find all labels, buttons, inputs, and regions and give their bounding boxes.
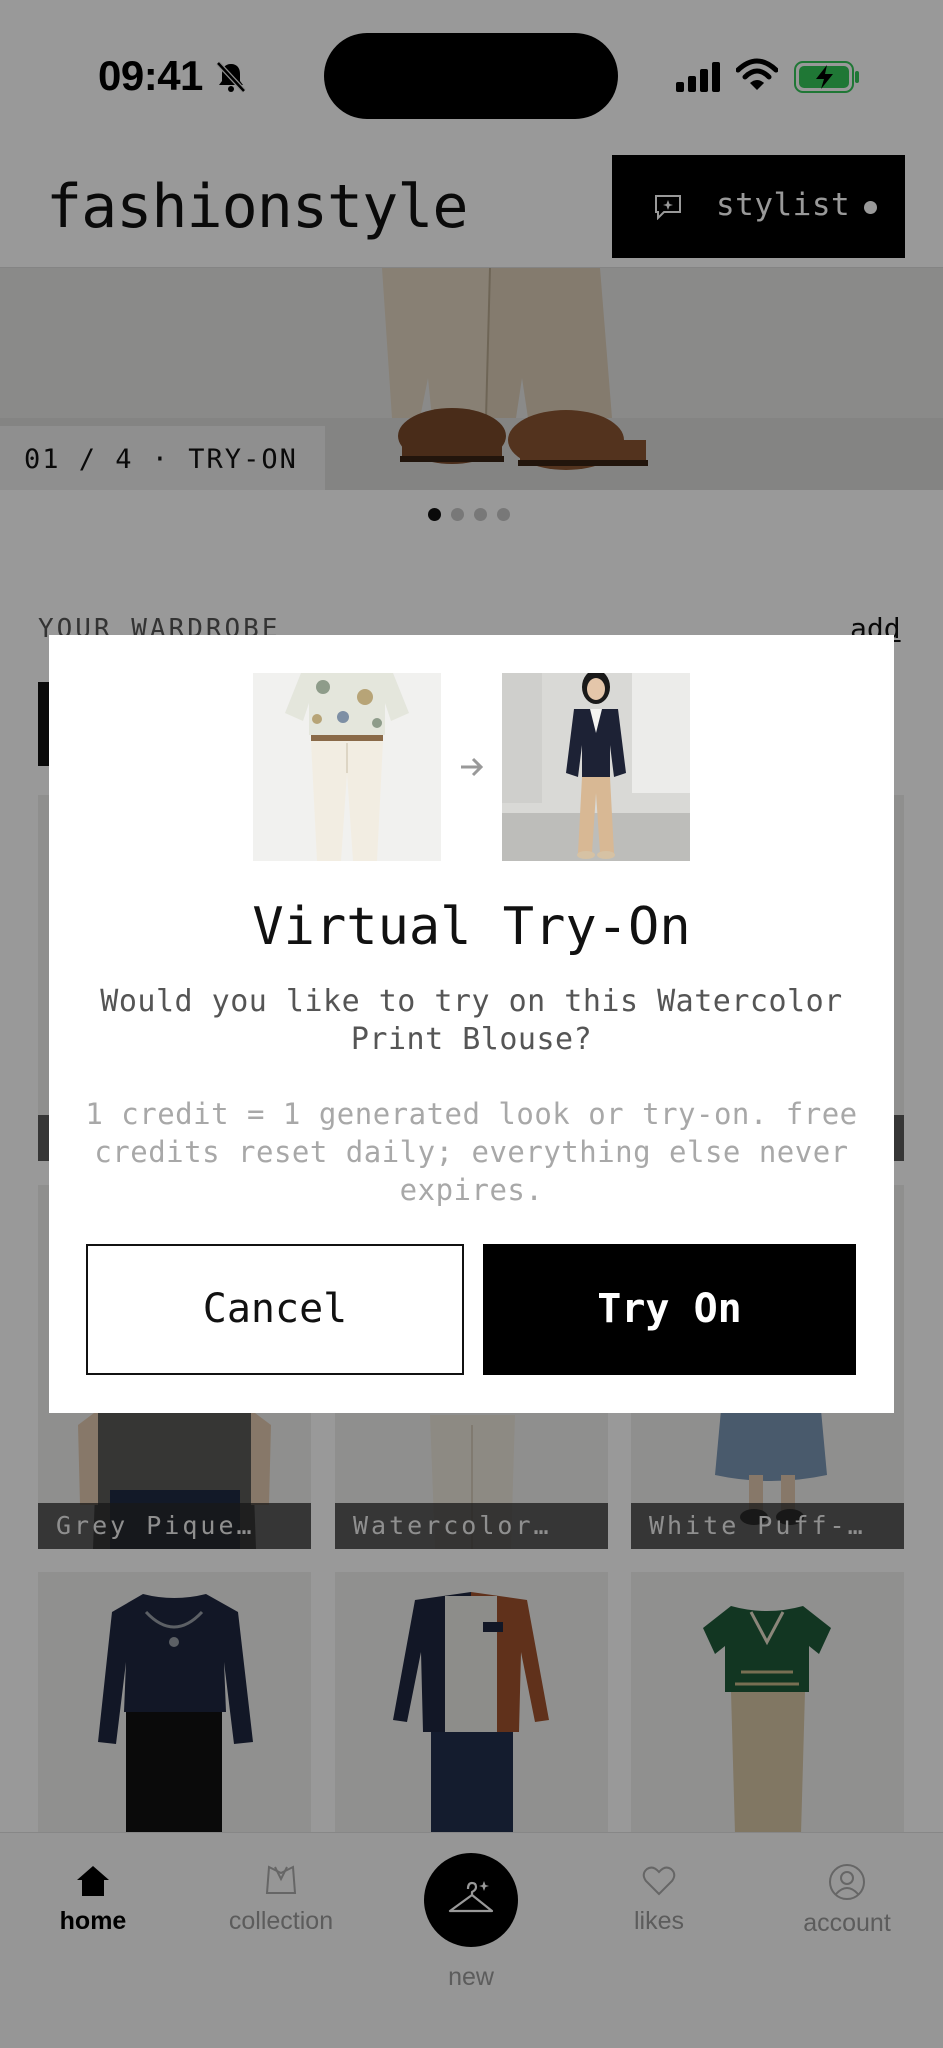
dialog-question: Would you like to try on this Watercolor… (100, 984, 843, 1057)
user-photo-image (502, 673, 690, 861)
user-photo-thumbnail (502, 673, 690, 861)
try-on-dialog: Virtual Try-On Would you like to try on … (49, 635, 894, 1413)
dialog-title: Virtual Try-On (252, 897, 691, 957)
garment-thumbnail (253, 673, 441, 861)
try-on-button[interactable]: Try On (483, 1244, 856, 1375)
garment-image (253, 673, 441, 861)
cancel-button[interactable]: Cancel (86, 1244, 464, 1375)
arrow-right-icon (461, 757, 484, 777)
credits-note: 1 credit = 1 generated look or try-on. f… (85, 1097, 858, 1207)
